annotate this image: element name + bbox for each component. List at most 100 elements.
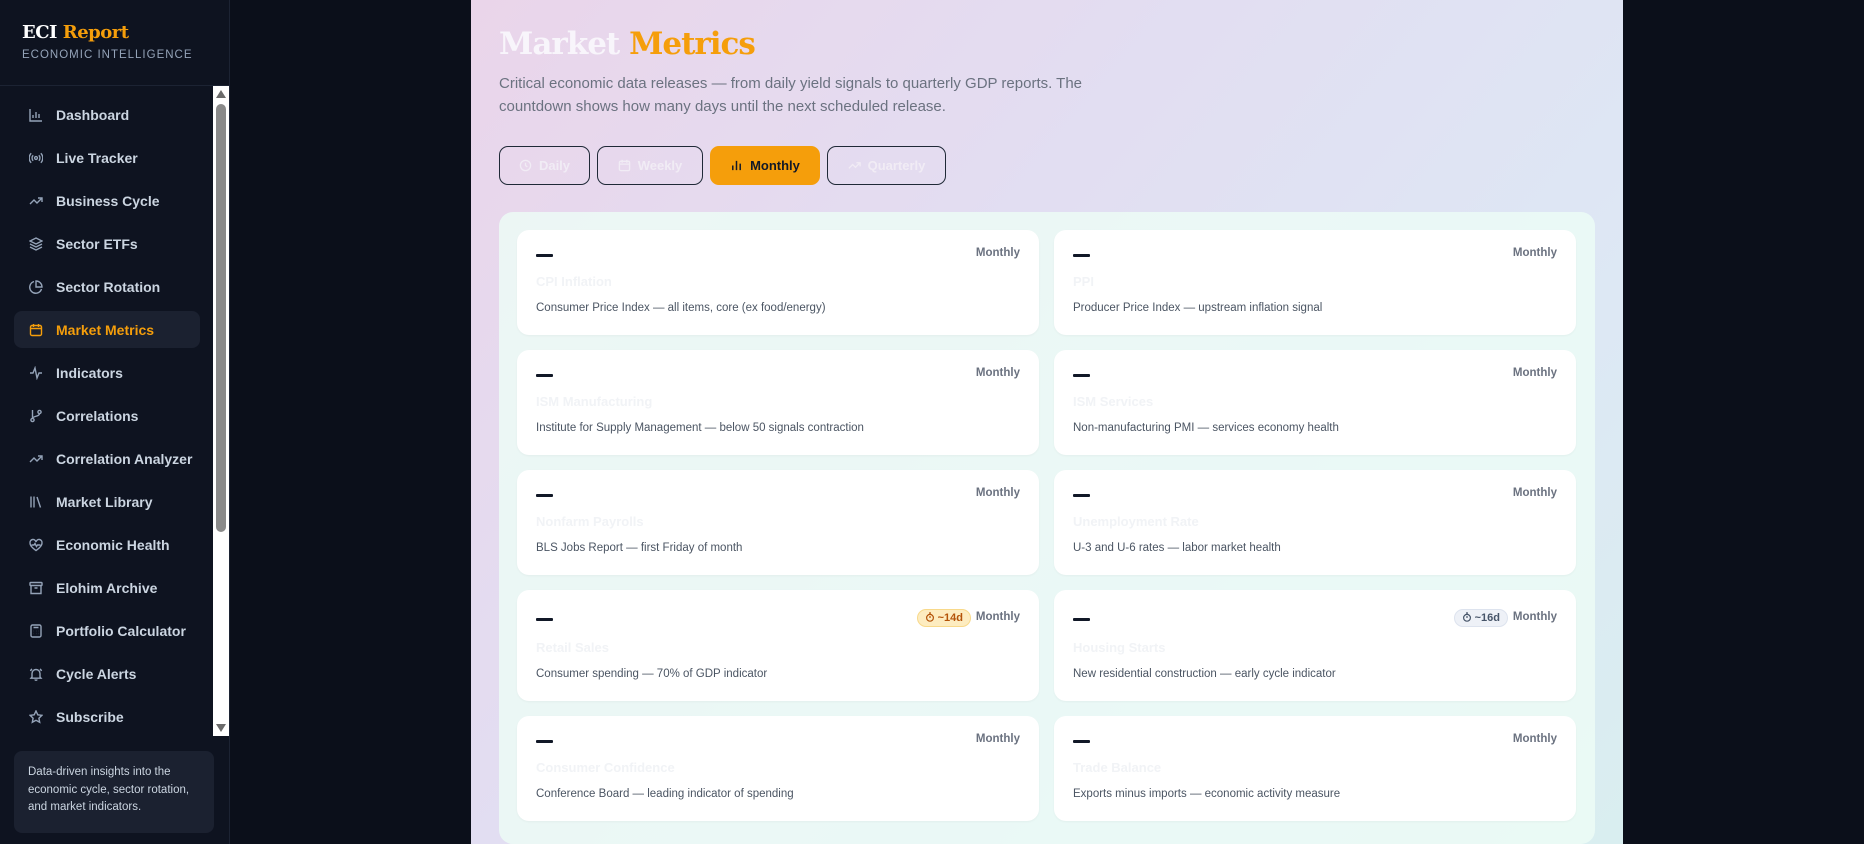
tab-monthly[interactable]: Monthly (710, 146, 820, 185)
metric-description: BLS Jobs Report — first Friday of month (536, 542, 743, 554)
sidebar-item-sector-rotation[interactable]: Sector Rotation (14, 268, 200, 305)
sidebar-item-label: Market Library (56, 493, 153, 510)
metric-value (1073, 254, 1090, 257)
tab-label: Daily (538, 158, 571, 173)
metrics-grid-container: Monthly CPI Inflation Consumer Price Ind… (499, 212, 1595, 844)
metric-card[interactable]: ~14d Monthly Retail Sales Consumer spend… (517, 590, 1039, 701)
sidebar-item-label: Indicators (56, 364, 123, 381)
metric-frequency: Monthly (1512, 247, 1557, 259)
metric-name: PPI (1073, 274, 1094, 289)
metric-card[interactable]: ~16d Monthly Housing Starts New resident… (1054, 590, 1576, 701)
sidebar-item-label: Portfolio Calculator (56, 622, 186, 639)
sidebar-item-market-metrics[interactable]: Market Metrics (14, 311, 200, 348)
sidebar-item-label: Sector Rotation (56, 278, 161, 295)
metric-frequency: Monthly (975, 247, 1020, 259)
activity-icon (28, 365, 44, 381)
metric-value (536, 374, 553, 377)
main-panel: Market Metrics Critical economic data re… (471, 0, 1623, 844)
pie-chart-icon (28, 279, 44, 295)
tab-daily[interactable]: Daily (499, 146, 590, 185)
sidebar-item-market-library[interactable]: Market Library (14, 483, 200, 520)
brand-title-main: ECI (22, 22, 57, 43)
heart-pulse-icon (28, 537, 44, 553)
metric-description: Producer Price Index — upstream inflatio… (1073, 302, 1323, 314)
metric-name: ISM Services (1073, 394, 1154, 409)
metric-description: New residential construction — early cyc… (1073, 668, 1336, 680)
sidebar-item-indicators[interactable]: Indicators (14, 354, 200, 391)
metric-card[interactable]: Monthly PPI Producer Price Index — upstr… (1054, 230, 1576, 335)
metric-value (536, 494, 553, 497)
metric-card[interactable]: Monthly Trade Balance Exports minus impo… (1054, 716, 1576, 821)
metric-frequency: Monthly (975, 367, 1020, 379)
metric-card[interactable]: Monthly CPI Inflation Consumer Price Ind… (517, 230, 1039, 335)
tab-weekly[interactable]: Weekly (597, 146, 703, 185)
sidebar-item-correlations[interactable]: Correlations (14, 397, 200, 434)
page-title-part2: Metrics (629, 26, 756, 62)
metric-description: Exports minus imports — economic activit… (1073, 788, 1341, 800)
page-title: Market Metrics (499, 26, 756, 62)
metric-card[interactable]: Monthly ISM Services Non-manufacturing P… (1054, 350, 1576, 455)
metric-name: Housing Starts (1073, 640, 1166, 655)
bell-icon (28, 666, 44, 682)
sidebar-item-label: Market Metrics (56, 321, 155, 338)
brand-logo[interactable]: ECI Report (22, 22, 229, 43)
radio-icon (28, 150, 44, 166)
sidebar-item-sector-etfs[interactable]: Sector ETFs (14, 225, 200, 262)
scrollbar-thumb[interactable] (216, 104, 226, 532)
calendar-icon (28, 322, 44, 338)
sidebar-item-economic-health[interactable]: Economic Health (14, 526, 200, 563)
clock-icon (519, 159, 532, 172)
sidebar-item-correlation-analyzer[interactable]: Correlation Analyzer (14, 440, 200, 477)
metric-value (536, 618, 553, 621)
metric-value (1073, 618, 1090, 621)
sidebar-scrollbar[interactable] (213, 86, 229, 736)
countdown-text: ~16d (1474, 612, 1500, 624)
metric-description: Conference Board — leading indicator of … (536, 788, 794, 800)
timer-icon (1462, 611, 1472, 625)
sidebar: ECI Report ECONOMIC INTELLIGENCE Dashboa… (0, 0, 230, 844)
sidebar-item-subscribe[interactable]: Subscribe (14, 698, 200, 735)
sidebar-item-business-cycle[interactable]: Business Cycle (14, 182, 200, 219)
scroll-up-arrow-icon[interactable] (216, 90, 226, 98)
metric-card[interactable]: Monthly Nonfarm Payrolls BLS Jobs Report… (517, 470, 1039, 575)
sidebar-item-label: Economic Health (56, 536, 170, 553)
sidebar-item-elohim-archive[interactable]: Elohim Archive (14, 569, 200, 606)
trending-up-icon (28, 193, 44, 209)
metric-description: U-3 and U-6 rates — labor market health (1073, 542, 1281, 554)
tab-label: Quarterly (867, 158, 926, 173)
sidebar-item-dashboard[interactable]: Dashboard (14, 96, 200, 133)
brand-title-accent: Report (62, 22, 129, 43)
metric-card[interactable]: Monthly Unemployment Rate U-3 and U-6 ra… (1054, 470, 1576, 575)
metric-card[interactable]: Monthly ISM Manufacturing Institute for … (517, 350, 1039, 455)
calendar-icon (618, 159, 631, 172)
metric-frequency: Monthly (1512, 487, 1557, 499)
metric-frequency: Monthly (975, 487, 1020, 499)
countdown-text: ~14d (937, 612, 963, 624)
sidebar-item-live-tracker[interactable]: Live Tracker (14, 139, 200, 176)
brand-subtitle: ECONOMIC INTELLIGENCE (22, 49, 193, 61)
tab-quarterly[interactable]: Quarterly (827, 146, 946, 185)
scroll-down-arrow-icon[interactable] (216, 724, 226, 732)
metric-description: Non-manufacturing PMI — services economy… (1073, 422, 1339, 434)
metric-card[interactable]: Monthly Consumer Confidence Conference B… (517, 716, 1039, 821)
sidebar-item-label: Correlation Analyzer (56, 450, 193, 467)
metric-name: Trade Balance (1073, 760, 1162, 775)
sidebar-item-label: Cycle Alerts (56, 665, 137, 682)
metric-name: Unemployment Rate (1073, 514, 1199, 529)
layers-icon (28, 236, 44, 252)
sidebar-item-cycle-alerts[interactable]: Cycle Alerts (14, 655, 200, 692)
sidebar-item-portfolio-calculator[interactable]: Portfolio Calculator (14, 612, 200, 649)
metric-frequency: Monthly (1512, 611, 1557, 623)
metric-value (1073, 374, 1090, 377)
sidebar-item-label: Dashboard (56, 106, 130, 123)
bar-chart-icon (28, 107, 44, 123)
trending-up-icon (848, 159, 861, 172)
tab-label: Monthly (750, 158, 800, 173)
countdown-badge: ~14d (916, 609, 971, 627)
sidebar-nav: Dashboard Live Tracker Business Cycle Se… (14, 96, 200, 741)
sidebar-nav-container: Dashboard Live Tracker Business Cycle Se… (0, 86, 230, 736)
brand[interactable]: ECI Report ECONOMIC INTELLIGENCE (0, 0, 229, 86)
metric-name: Retail Sales (536, 640, 609, 655)
sidebar-footer-card: Data-driven insights into the economic c… (14, 751, 214, 833)
page-title-part1: Market (499, 26, 620, 62)
